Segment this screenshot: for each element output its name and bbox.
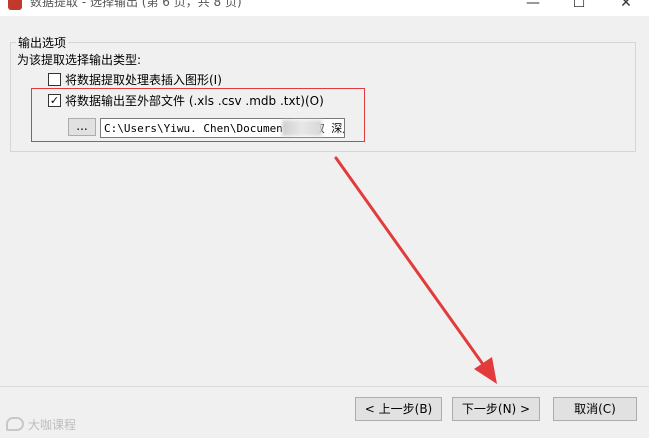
footer-separator (0, 386, 649, 387)
maximize-button[interactable]: ☐ (556, 0, 602, 14)
watermark: 大咖课程 (6, 415, 76, 433)
instruction-text: 为该提取选择输出类型: (17, 53, 142, 67)
watermark-logo-icon (6, 417, 24, 431)
window-title: 数据提取 - 选择输出 (第 6 页，共 8 页) (30, 0, 242, 9)
insert-table-checkbox[interactable] (48, 72, 61, 86)
watermark-text: 大咖课程 (28, 417, 77, 432)
minimize-button[interactable]: — (510, 0, 556, 14)
group-label: 输出选项 (16, 34, 69, 51)
close-button[interactable]: ✕ (603, 0, 649, 14)
next-button[interactable]: 下一步(N) > (452, 397, 540, 421)
redacted-blur (282, 120, 322, 136)
cancel-button[interactable]: 取消(C) (553, 397, 637, 421)
app-icon (8, 0, 22, 10)
title-bar: 数据提取 - 选择输出 (第 6 页，共 8 页) — ☐ ✕ (0, 0, 649, 16)
browse-button[interactable]: ... (68, 118, 96, 136)
insert-table-option[interactable]: 将数据提取处理表插入图形(I) (48, 71, 222, 87)
back-button[interactable]: < 上一步(B) (355, 397, 442, 421)
insert-table-label: 将数据提取处理表插入图形(I) (65, 72, 222, 87)
